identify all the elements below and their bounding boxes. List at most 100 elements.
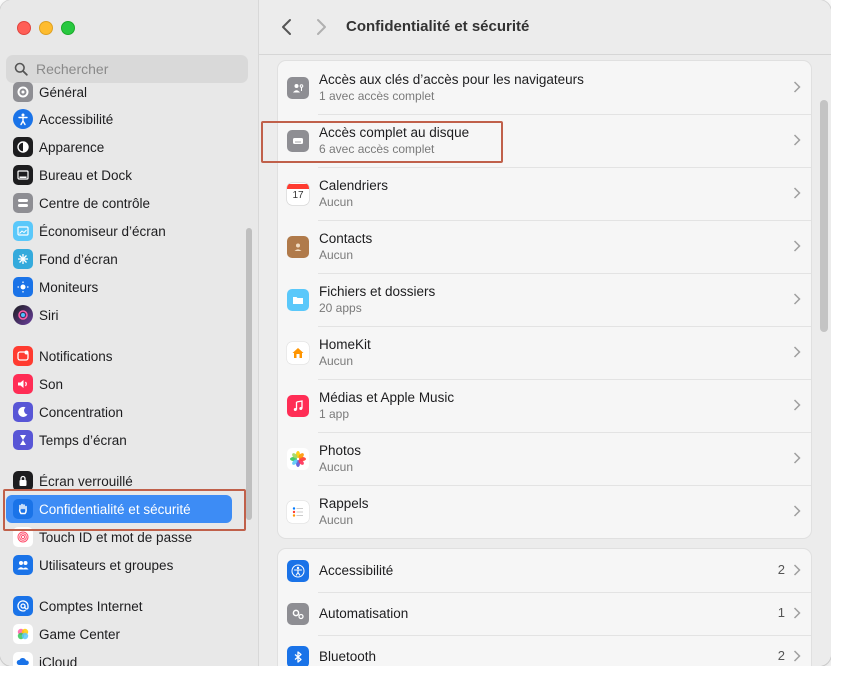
sidebar-item-accessibility[interactable]: Accessibilité — [6, 105, 238, 133]
chevron-right-icon — [793, 564, 801, 576]
sidebar-item-label: Son — [39, 376, 64, 392]
zoom-window-button[interactable] — [61, 21, 75, 35]
wallpaper-icon — [13, 249, 33, 269]
fingerprint-icon — [13, 527, 33, 547]
sidebar-item-general[interactable]: Général — [6, 78, 238, 106]
sidebar-item-focus[interactable]: Concentration — [6, 398, 238, 426]
search-input[interactable] — [34, 60, 238, 78]
appearance-icon — [13, 137, 33, 157]
sidebar-item-wallpaper[interactable]: Fond d’écran — [6, 245, 238, 273]
sidebar-item-label: Économiseur d’écran — [39, 223, 166, 239]
sidebar-item-privacy-security[interactable]: Confidentialité et sécurité — [6, 495, 232, 523]
sidebar-item-label: Utilisateurs et groupes — [39, 557, 174, 573]
sidebar-item-displays[interactable]: Moniteurs — [6, 273, 238, 301]
minimize-window-button[interactable] — [39, 21, 53, 35]
sidebar-item-users-groups[interactable]: Utilisateurs et groupes — [6, 551, 238, 579]
list-item-photos[interactable]: Photos Aucun — [278, 432, 811, 485]
sidebar-item-label: Touch ID et mot de passe — [39, 529, 193, 545]
back-chevron-icon[interactable] — [277, 17, 297, 37]
chevron-right-icon — [793, 650, 801, 662]
sidebar-item-notifications[interactable]: Notifications — [6, 342, 238, 370]
sidebar-item-label: Moniteurs — [39, 279, 99, 295]
sidebar-item-screensaver[interactable]: Économiseur d’écran — [6, 217, 238, 245]
row-title: Automatisation — [319, 606, 409, 621]
icloud-icon — [13, 652, 33, 666]
forward-chevron-icon[interactable] — [311, 17, 331, 37]
sidebar-item-label: Siri — [39, 307, 59, 323]
list-item-homekit[interactable]: HomeKit Aucun — [278, 326, 811, 379]
row-subtitle: Aucun — [319, 354, 354, 368]
sidebar-item-sound[interactable]: Son — [6, 370, 238, 398]
privacy-group: Accès aux clés d’accès pour les navigate… — [278, 61, 811, 538]
sidebar-item-label: Écran verrouillé — [39, 473, 133, 489]
permissions-group: Accessibilité 2 Automatisation 1 Bluetoo… — [278, 549, 811, 666]
row-subtitle: Aucun — [319, 248, 354, 262]
gear-icon — [13, 82, 33, 102]
sidebar-item-label: Accessibilité — [39, 111, 114, 127]
sidebar-scrollbar[interactable] — [246, 228, 252, 520]
chevron-right-icon — [793, 505, 801, 517]
list-item-media-music[interactable]: Médias et Apple Music 1 app — [278, 379, 811, 432]
content-scrollbar[interactable] — [820, 100, 828, 332]
sidebar-item-siri[interactable]: Siri — [6, 301, 238, 329]
row-subtitle: 6 avec accès complet — [319, 142, 435, 156]
list-item-calendars[interactable]: 17 Calendriers Aucun — [278, 167, 811, 220]
page-title: Confidentialité et sécurité — [346, 18, 530, 35]
sidebar-item-label: Temps d’écran — [39, 432, 127, 448]
lock-screen-icon — [13, 471, 33, 491]
control-center-icon — [13, 193, 33, 213]
settings-window: Général Accessibilité Apparence Bureau e… — [0, 0, 831, 666]
close-window-button[interactable] — [17, 21, 31, 35]
row-subtitle: Aucun — [319, 195, 354, 209]
row-count: 2 — [777, 562, 785, 577]
row-subtitle: Aucun — [319, 513, 354, 527]
list-item-bluetooth[interactable]: Bluetooth 2 — [278, 635, 811, 666]
row-title: HomeKit — [319, 337, 371, 352]
list-item-automation[interactable]: Automatisation 1 — [278, 592, 811, 635]
sidebar-item-label: Centre de contrôle — [39, 195, 151, 211]
sidebar-item-label: Bureau et Dock — [39, 167, 133, 183]
sidebar-item-label: Concentration — [39, 404, 124, 420]
sidebar-item-appearance[interactable]: Apparence — [6, 133, 238, 161]
row-title: Rappels — [319, 496, 369, 511]
desktop-edge-bottom — [0, 666, 848, 673]
list-item-contacts[interactable]: Contacts Aucun — [278, 220, 811, 273]
chevron-right-icon — [793, 399, 801, 411]
row-subtitle: Aucun — [319, 460, 354, 474]
list-item-full-disk-access[interactable]: Accès complet au disque 6 avec accès com… — [278, 114, 811, 167]
toolbar: Confidentialité et sécurité — [259, 0, 831, 55]
chevron-right-icon — [793, 607, 801, 619]
chevron-right-icon — [793, 81, 801, 93]
screensaver-icon — [13, 221, 33, 241]
sidebar-item-touch-id[interactable]: Touch ID et mot de passe — [6, 523, 238, 551]
sidebar-item-label: Fond d’écran — [39, 251, 118, 267]
sidebar-item-icloud[interactable]: iCloud — [6, 648, 238, 666]
chevron-right-icon — [793, 134, 801, 146]
calendar-day: 17 — [292, 190, 304, 201]
list-item-accessibility[interactable]: Accessibilité 2 — [278, 549, 811, 592]
bluetooth-icon — [287, 645, 309, 666]
sidebar-item-screen-time[interactable]: Temps d’écran — [6, 426, 238, 454]
photos-icon — [287, 447, 309, 470]
sidebar-item-label: Général — [39, 84, 88, 100]
row-title: Photos — [319, 443, 362, 458]
sidebar-item-game-center[interactable]: Game Center — [6, 620, 238, 648]
row-count: 1 — [777, 605, 785, 620]
list-item-passkeys[interactable]: Accès aux clés d’accès pour les navigate… — [278, 61, 811, 114]
desktop-edge — [831, 0, 848, 673]
sidebar-item-lock-screen[interactable]: Écran verrouillé — [6, 467, 238, 495]
row-title: Accessibilité — [319, 563, 394, 578]
displays-icon — [13, 277, 33, 297]
sidebar-item-control-center[interactable]: Centre de contrôle — [6, 189, 238, 217]
sidebar-item-internet-accounts[interactable]: Comptes Internet — [6, 592, 238, 620]
contacts-icon — [287, 235, 309, 258]
music-note-icon — [287, 394, 309, 417]
search-icon — [14, 62, 28, 76]
list-item-reminders[interactable]: Rappels Aucun — [278, 485, 811, 538]
sidebar-item-dock[interactable]: Bureau et Dock — [6, 161, 238, 189]
automation-gears-icon — [287, 602, 309, 625]
list-item-files-folders[interactable]: Fichiers et dossiers 20 apps — [278, 273, 811, 326]
notifications-icon — [13, 346, 33, 366]
row-title: Accès aux clés d’accès pour les navigate… — [319, 72, 584, 87]
content-pane: Accès aux clés d’accès pour les navigate… — [259, 55, 831, 666]
